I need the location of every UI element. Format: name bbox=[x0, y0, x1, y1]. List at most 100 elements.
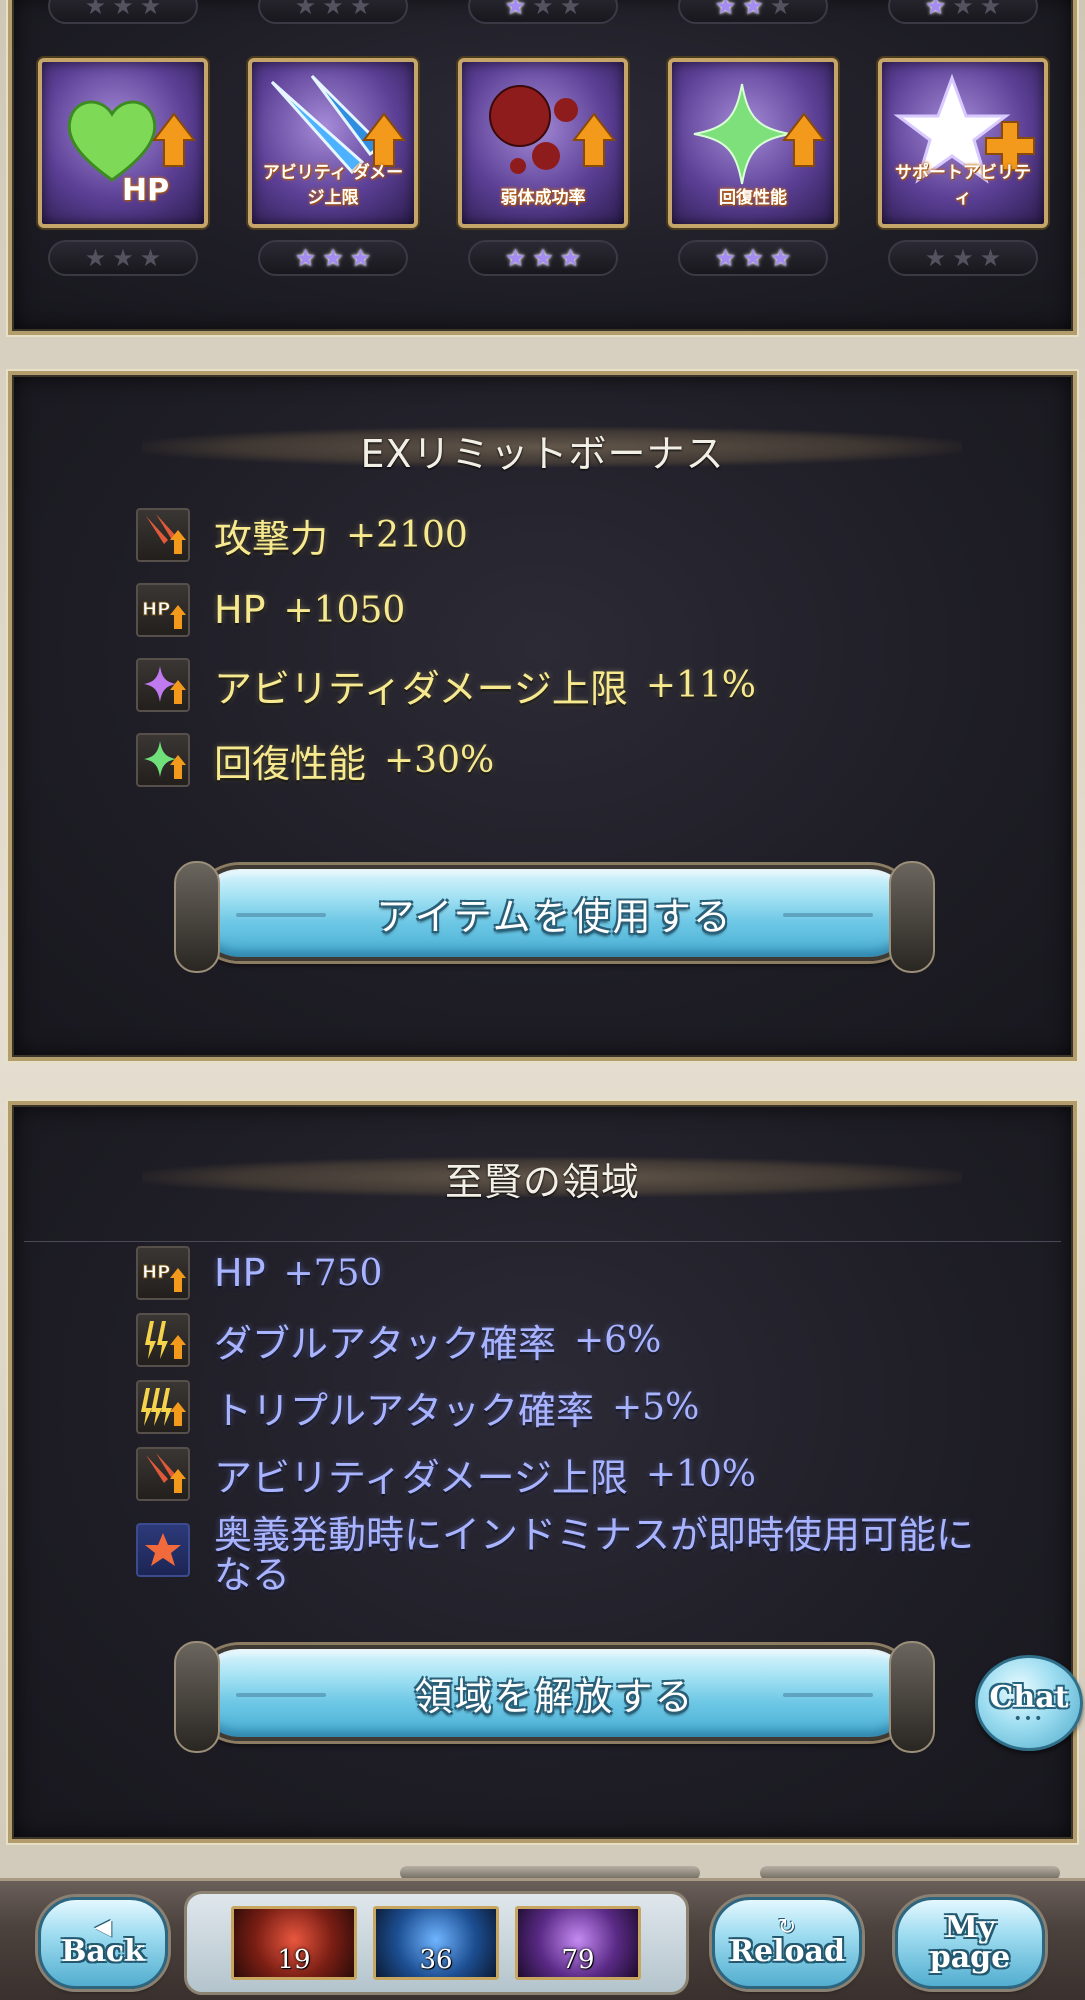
reload-label: Reload bbox=[729, 1934, 845, 1969]
bonus-row: HP HP +750 bbox=[136, 1245, 382, 1301]
back-button[interactable]: ◀ Back bbox=[38, 1897, 168, 1989]
skill-tile-support-ability[interactable]: サポートアビリティ bbox=[878, 58, 1048, 228]
ability-cap-up-icon bbox=[136, 658, 190, 712]
bonus-label: 奥義発動時にインドミナスが即時使用可能に bbox=[214, 1513, 975, 1557]
star-rating: ★ ★ ★ bbox=[258, 240, 408, 276]
skill-tile-debuff-success[interactable]: 弱体成功率 bbox=[458, 58, 628, 228]
button-flourish bbox=[783, 913, 873, 917]
domain-panel: 至賢の領域 HP HP +750 ダブルアタック確率 +6% トリプルアタック確… bbox=[8, 1101, 1077, 1843]
quick-slot[interactable]: 19 bbox=[231, 1906, 357, 1980]
star-icon: ★ bbox=[952, 0, 974, 20]
tile-caption: 回復性能 bbox=[719, 188, 787, 208]
star-rating: ★ ★ ★ bbox=[888, 240, 1038, 276]
skill-tile-ability-damage-cap[interactable]: アビリティ ダメージ上限 bbox=[248, 58, 418, 228]
ex-limit-bonus-panel: EXリミットボーナス 攻撃力 +2100 HP HP +1050 アビリティダメ… bbox=[8, 371, 1077, 1061]
star-icon: ★ bbox=[924, 244, 947, 272]
hp-up-icon: HP bbox=[136, 583, 190, 637]
star-icon: ★ bbox=[139, 244, 162, 272]
chat-button[interactable]: Chat ••• bbox=[975, 1655, 1083, 1751]
star-icon: ★ bbox=[532, 244, 554, 272]
button-flourish bbox=[236, 1693, 326, 1697]
bonus-label: アビリティダメージ上限 bbox=[214, 1455, 628, 1500]
bonus-value: +5% bbox=[612, 1386, 700, 1428]
mypage-label-line2: page bbox=[929, 1940, 1011, 1975]
bonus-label: なる bbox=[214, 1553, 291, 1597]
section-title: 至賢の領域 bbox=[444, 1160, 640, 1204]
bonus-value: +6% bbox=[574, 1319, 662, 1361]
bonus-row: HP HP +1050 bbox=[136, 582, 405, 638]
bonus-label: アビリティダメージ上限 bbox=[214, 666, 628, 711]
skill-tile-healing[interactable]: 回復性能 bbox=[668, 58, 838, 228]
bonus-value: +750 bbox=[283, 1252, 383, 1294]
star-rating: ★ ★ ★ bbox=[888, 0, 1038, 24]
star-icon: ★ bbox=[952, 244, 974, 272]
quick-slot-count: 19 bbox=[277, 1945, 311, 1975]
star-icon: ★ bbox=[714, 0, 737, 20]
quick-slot-tray: 19 36 79 bbox=[184, 1891, 689, 1995]
star-icon: ★ bbox=[979, 244, 1002, 272]
star-rating: ★ ★ ★ bbox=[468, 240, 618, 276]
star-icon: ★ bbox=[559, 244, 582, 272]
mypage-button[interactable]: My page bbox=[895, 1897, 1045, 1989]
bonus-row: アビリティダメージ上限 +10% bbox=[136, 1446, 756, 1502]
star-icon: ★ bbox=[714, 244, 737, 272]
quick-slot-count: 36 bbox=[419, 1945, 453, 1975]
page: ★ ★ ★ ★ ★ ★ ★ ★ ★ ★ ★ ★ ★ ★ ★ HP ★ ★ ★ ア… bbox=[0, 0, 1085, 2000]
star-icon: ★ bbox=[559, 0, 582, 20]
chat-label: Chat bbox=[989, 1679, 1069, 1715]
quick-slot[interactable]: 36 bbox=[373, 1906, 499, 1980]
heal-up-icon bbox=[136, 733, 190, 787]
use-item-button[interactable]: アイテムを使用する bbox=[174, 861, 935, 973]
star-icon: ★ bbox=[294, 0, 317, 20]
star-icon: ★ bbox=[742, 244, 764, 272]
bonus-label: HP bbox=[214, 1251, 266, 1295]
star-icon: ★ bbox=[112, 0, 134, 20]
button-cap bbox=[889, 1641, 935, 1753]
star-icon: ★ bbox=[532, 0, 554, 20]
attack-up-icon bbox=[136, 508, 190, 562]
bottom-nav-bar: ◀ Back 19 36 79 ↻ Reload My page bbox=[0, 1878, 1085, 2000]
star-rating: ★ ★ ★ bbox=[678, 240, 828, 276]
bonus-label: ダブルアタック確率 bbox=[214, 1321, 557, 1366]
bonus-label: HP bbox=[214, 588, 266, 632]
star-icon: ★ bbox=[504, 244, 527, 272]
button-flourish bbox=[783, 1693, 873, 1697]
svg-text:HP: HP bbox=[142, 1262, 170, 1283]
tile-caption: HP bbox=[122, 173, 170, 208]
star-rating: ★ ★ ★ bbox=[678, 0, 828, 24]
reload-button[interactable]: ↻ Reload bbox=[712, 1897, 862, 1989]
bonus-row: アビリティダメージ上限 +11% bbox=[136, 657, 756, 713]
star-rating: ★ ★ ★ bbox=[468, 0, 618, 24]
triple-attack-icon bbox=[136, 1380, 190, 1434]
star-icon: ★ bbox=[349, 0, 372, 20]
star-icon: ★ bbox=[769, 0, 792, 20]
star-icon: ★ bbox=[979, 0, 1002, 20]
bonus-value: +11% bbox=[645, 664, 757, 706]
skill-tile-hp[interactable]: HP bbox=[38, 58, 208, 228]
section-title: EXリミットボーナス bbox=[360, 432, 725, 476]
divider bbox=[24, 1241, 1061, 1242]
bonus-label: 回復性能 bbox=[214, 741, 367, 786]
bonus-value: +10% bbox=[645, 1453, 757, 1495]
button-cap bbox=[889, 861, 935, 973]
tile-caption: サポートアビリティ bbox=[895, 163, 1031, 208]
button-flourish bbox=[236, 913, 326, 917]
bonus-label: 攻撃力 bbox=[214, 516, 329, 561]
back-label: Back bbox=[61, 1934, 145, 1969]
release-domain-button[interactable]: 領域を解放する bbox=[174, 1641, 935, 1753]
star-icon: ★ bbox=[742, 0, 764, 20]
tile-caption: アビリティ ダメージ上限 bbox=[262, 163, 404, 208]
bonus-row: 攻撃力 +2100 bbox=[136, 507, 468, 563]
star-icon bbox=[136, 1523, 190, 1577]
star-icon: ★ bbox=[139, 0, 162, 20]
star-icon: ★ bbox=[769, 244, 792, 272]
tile-caption: 弱体成功率 bbox=[500, 188, 586, 208]
quick-slot[interactable]: 79 bbox=[515, 1906, 641, 1980]
star-icon: ★ bbox=[322, 0, 344, 20]
star-icon: ★ bbox=[112, 244, 134, 272]
star-icon: ★ bbox=[924, 0, 947, 20]
star-rating: ★ ★ ★ bbox=[258, 0, 408, 24]
ability-damage-cap-icon bbox=[136, 1447, 190, 1501]
star-icon: ★ bbox=[349, 244, 372, 272]
bonus-row: トリプルアタック確率 +5% bbox=[136, 1379, 699, 1435]
